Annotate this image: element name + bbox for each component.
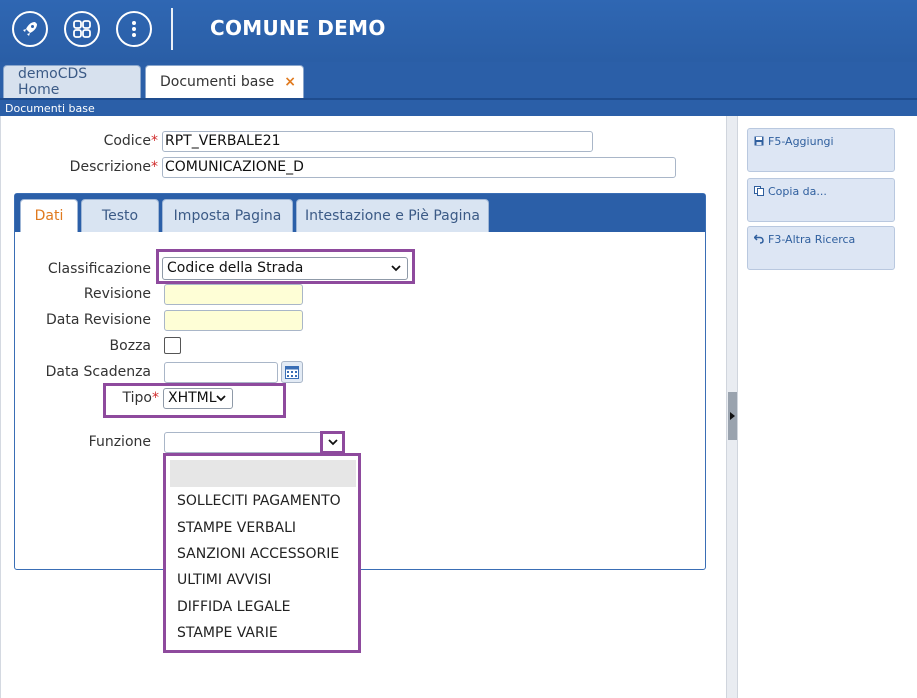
new-search-button-label: F3-Altra Ricerca [768,233,856,246]
copy-icon [754,186,764,196]
add-button[interactable]: F5-Aggiungi [747,128,895,172]
tipo-value: XHTML [168,390,217,406]
funzione-select[interactable] [164,432,344,453]
codice-input[interactable]: RPT_VERBALE21 [162,131,593,152]
action-panel: F5-Aggiungi Copia da... F3-Altra Ricerca [738,116,917,698]
data-scadenza-input[interactable] [164,362,278,383]
revisione-input[interactable] [164,284,303,305]
descrizione-input[interactable]: COMUNICAZIONE_D [162,157,676,178]
bozza-checkbox[interactable] [164,337,181,354]
tab-intestazione-pie-pagina[interactable]: Intestazione e Piè Pagina [296,199,489,232]
add-button-label: F5-Aggiungi [768,135,834,148]
more-vertical-icon [132,21,136,37]
rocket-button[interactable] [12,11,48,47]
tab-label: demoCDS Home [18,66,88,98]
breadcrumb: Documenti base [5,102,95,115]
tipo-label: Tipo* [122,390,159,406]
tab-label: Documenti base [160,74,275,90]
more-menu-button[interactable] [116,11,152,47]
classificazione-select[interactable]: Codice della Strada [162,257,408,280]
apps-button[interactable] [64,11,100,47]
funzione-label: Funzione [88,434,151,450]
tab-strip: demoCDS Home Documenti base × [0,62,917,98]
funzione-options-list: SOLLECITI PAGAMENTO STAMPE VERBALI SANZI… [163,453,361,653]
data-revisione-input[interactable] [164,310,303,331]
panel-splitter[interactable] [726,116,738,698]
copy-from-button-label: Copia da... [768,185,827,198]
chevron-right-icon [730,412,735,420]
tab-imposta-pagina[interactable]: Imposta Pagina [162,199,293,232]
save-icon [754,136,764,146]
header-divider [171,8,173,50]
funzione-dropdown-toggle[interactable] [320,431,345,454]
calendar-icon [285,365,299,379]
close-tab-icon[interactable]: × [284,74,296,90]
revisione-label: Revisione [83,286,151,302]
classificazione-label: Classificazione [47,261,151,277]
tab-documenti-base[interactable]: Documenti base × [145,65,304,98]
splitter-handle[interactable] [728,392,737,440]
breadcrumb-bar: Documenti base [0,98,917,116]
copy-from-button[interactable]: Copia da... [747,178,895,222]
undo-icon [754,234,764,244]
calendar-button[interactable] [281,361,303,383]
inner-tab-strip: Dati Testo Imposta Pagina Intestazione e… [15,194,705,232]
app-header: COMUNE DEMO [0,0,917,62]
main-form: Codice* RPT_VERBALE21 Descrizione* COMUN… [0,116,726,698]
option-solleciti-pagamento[interactable]: SOLLECITI PAGAMENTO [177,493,341,509]
tab-testo[interactable]: Testo [81,199,159,232]
bozza-label: Bozza [109,338,151,354]
codice-label: Codice* [103,133,158,149]
option-empty[interactable] [170,460,356,487]
option-stampe-varie[interactable]: STAMPE VARIE [177,625,278,641]
chevron-down-icon [216,395,226,402]
option-diffida-legale[interactable]: DIFFIDA LEGALE [177,599,290,615]
option-sanzioni-accessorie[interactable]: SANZIONI ACCESSORIE [177,546,339,562]
data-revisione-label: Data Revisione [46,312,151,328]
classificazione-value: Codice della Strada [167,260,304,276]
option-ultimi-avvisi[interactable]: ULTIMI AVVISI [177,572,271,588]
data-scadenza-label: Data Scadenza [45,364,151,380]
tipo-select[interactable]: XHTML [163,388,233,409]
chevron-down-icon [328,439,338,446]
app-title: COMUNE DEMO [210,16,386,40]
chevron-down-icon [391,265,401,272]
option-stampe-verbali[interactable]: STAMPE VERBALI [177,520,296,536]
new-search-button[interactable]: F3-Altra Ricerca [747,226,895,270]
tab-dati[interactable]: Dati [20,199,78,232]
tab-democds-home[interactable]: demoCDS Home [3,65,141,98]
apps-grid-icon [73,20,91,38]
descrizione-label: Descrizione* [69,159,158,175]
rocket-icon [23,22,37,36]
